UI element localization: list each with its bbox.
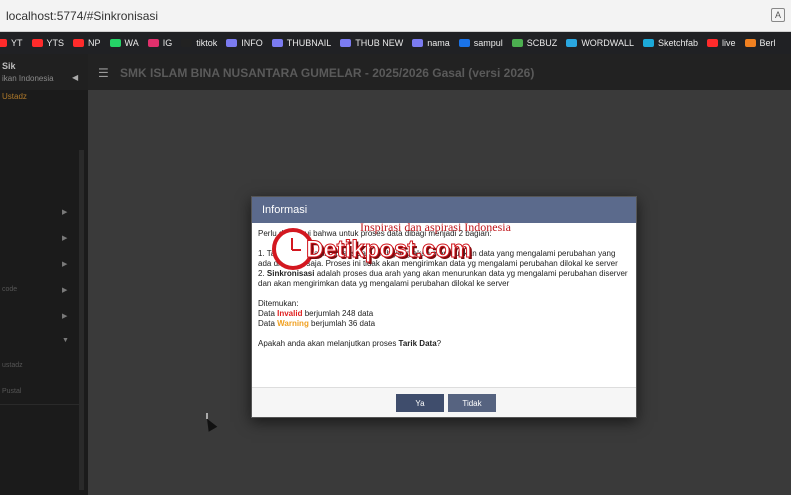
- sidebar: Sik ikan Indonesia ◀ Ustadz ▶ ▶ ▶ ▶ code…: [0, 54, 88, 495]
- bookmark-item[interactable]: SCBUZ: [511, 38, 558, 48]
- yes-button[interactable]: Ya: [396, 394, 444, 412]
- bookmark-favicon-icon: [642, 39, 654, 47]
- bookmark-favicon-icon: [412, 39, 424, 47]
- sidebar-divider: [0, 404, 80, 405]
- bookmark-favicon-icon: [744, 39, 756, 47]
- brand-subtitle: ikan Indonesia: [2, 74, 54, 83]
- bookmark-favicon-icon: [181, 39, 193, 47]
- bookmark-item[interactable]: Sketchfab: [642, 38, 699, 48]
- bookmark-label: THUB NEW: [355, 38, 404, 48]
- chevron-right-icon[interactable]: ▶: [62, 312, 67, 320]
- dialog-footer: Ya Tidak: [252, 387, 636, 417]
- watermark: Inspirasi dan aspirasi Indonesia Detikpo…: [272, 220, 522, 276]
- bookmark-label: live: [722, 38, 736, 48]
- dialog-title: Informasi: [262, 204, 308, 216]
- chevron-down-icon[interactable]: ▼: [62, 337, 69, 344]
- bookmark-label: YT: [11, 38, 23, 48]
- bookmark-item[interactable]: INFO: [226, 38, 263, 48]
- bookmark-label: THUBNAIL: [286, 38, 332, 48]
- sidebar-item-label[interactable]: Pustal: [2, 388, 21, 395]
- bookmark-item[interactable]: live: [707, 38, 736, 48]
- no-button[interactable]: Tidak: [448, 394, 496, 412]
- bookmark-item[interactable]: Berl: [744, 38, 776, 48]
- bookmark-item[interactable]: sampul: [458, 38, 503, 48]
- bookmark-favicon-icon: [511, 39, 523, 47]
- bookmark-favicon-icon: [0, 39, 7, 47]
- bookmark-item[interactable]: WA: [109, 38, 139, 48]
- chevron-right-icon[interactable]: ▶: [62, 208, 67, 216]
- bookmark-item[interactable]: NP: [73, 38, 101, 48]
- bookmark-item[interactable]: tiktok: [181, 38, 217, 48]
- bookmark-favicon-icon: [73, 39, 85, 47]
- url-text[interactable]: localhost:5774/#Sinkronisasi: [6, 9, 158, 23]
- brand-title: Sik: [2, 61, 16, 71]
- bookmark-favicon-icon: [109, 39, 121, 47]
- hamburger-menu-icon[interactable]: ☰: [98, 66, 109, 80]
- bookmark-favicon-icon: [566, 39, 578, 47]
- bookmark-label: sampul: [473, 38, 503, 48]
- confirm-question: Apakah anda akan melanjutkan proses Tari…: [258, 339, 442, 348]
- bookmark-favicon-icon: [340, 39, 352, 47]
- sidebar-scrollbar[interactable]: [79, 150, 84, 490]
- found-label: Ditemukan:: [258, 299, 299, 308]
- bookmark-item[interactable]: THUBNAIL: [271, 38, 332, 48]
- chevron-right-icon[interactable]: ▶: [62, 260, 67, 268]
- watermark-tagline: Inspirasi dan aspirasi Indonesia: [360, 220, 511, 234]
- warning-badge: Warning: [277, 319, 309, 328]
- watermark-logo: Detikpost.com: [305, 236, 472, 264]
- bookmark-favicon-icon: [31, 39, 43, 47]
- bookmark-item[interactable]: WORDWALL: [566, 38, 634, 48]
- sidebar-user-role: Ustadz: [2, 92, 27, 101]
- translate-icon[interactable]: A: [771, 8, 785, 22]
- bookmark-favicon-icon: [458, 39, 470, 47]
- confirm-action-term: Tarik Data: [398, 339, 437, 348]
- bookmark-label: YTS: [46, 38, 65, 48]
- bookmark-favicon-icon: [707, 39, 719, 47]
- sidebar-brand: Sik ikan Indonesia ◀: [0, 54, 88, 90]
- chevron-right-icon[interactable]: ▶: [62, 234, 67, 242]
- bookmark-label: WORDWALL: [581, 38, 634, 48]
- chevron-right-icon[interactable]: ▶: [62, 286, 67, 294]
- bookmark-favicon-icon: [271, 39, 283, 47]
- bookmark-label: nama: [427, 38, 450, 48]
- bookmarks-bar: YT YTS NP WA IG tiktok INFO THUBNAIL THUB NEW nam…: [0, 32, 791, 54]
- page-title: SMK ISLAM BINA NUSANTARA GUMELAR - 2025/…: [120, 66, 535, 80]
- sidebar-item-label[interactable]: ustadz: [2, 362, 23, 369]
- bookmark-item[interactable]: IG: [147, 38, 173, 48]
- browser-address-bar[interactable]: localhost:5774/#Sinkronisasi A: [0, 0, 791, 32]
- bookmark-label: INFO: [241, 38, 263, 48]
- bookmark-label: Berl: [759, 38, 776, 48]
- bookmark-label: Sketchfab: [657, 38, 699, 48]
- bookmark-label: IG: [162, 38, 173, 48]
- invalid-badge: Invalid: [277, 309, 303, 318]
- bookmark-item[interactable]: nama: [412, 38, 450, 48]
- bookmark-label: WA: [124, 38, 139, 48]
- bookmark-favicon-icon: [147, 39, 159, 47]
- bookmark-label: NP: [88, 38, 101, 48]
- bookmark-item[interactable]: THUB NEW: [340, 38, 403, 48]
- bookmark-label: SCBUZ: [526, 38, 558, 48]
- app-header: ☰ SMK ISLAM BINA NUSANTARA GUMELAR - 202…: [88, 54, 791, 90]
- bookmark-label: tiktok: [196, 38, 218, 48]
- bookmark-item[interactable]: YT: [0, 38, 23, 48]
- warning-count: Data Warning berjumlah 36 data: [258, 319, 376, 328]
- bookmark-item[interactable]: YTS: [31, 38, 65, 48]
- bookmark-favicon-icon: [226, 39, 238, 47]
- sidebar-collapse-icon[interactable]: ◀: [72, 73, 78, 82]
- sidebar-item-label[interactable]: code: [2, 286, 17, 293]
- invalid-count: Data Invalid berjumlah 248 data: [258, 309, 374, 318]
